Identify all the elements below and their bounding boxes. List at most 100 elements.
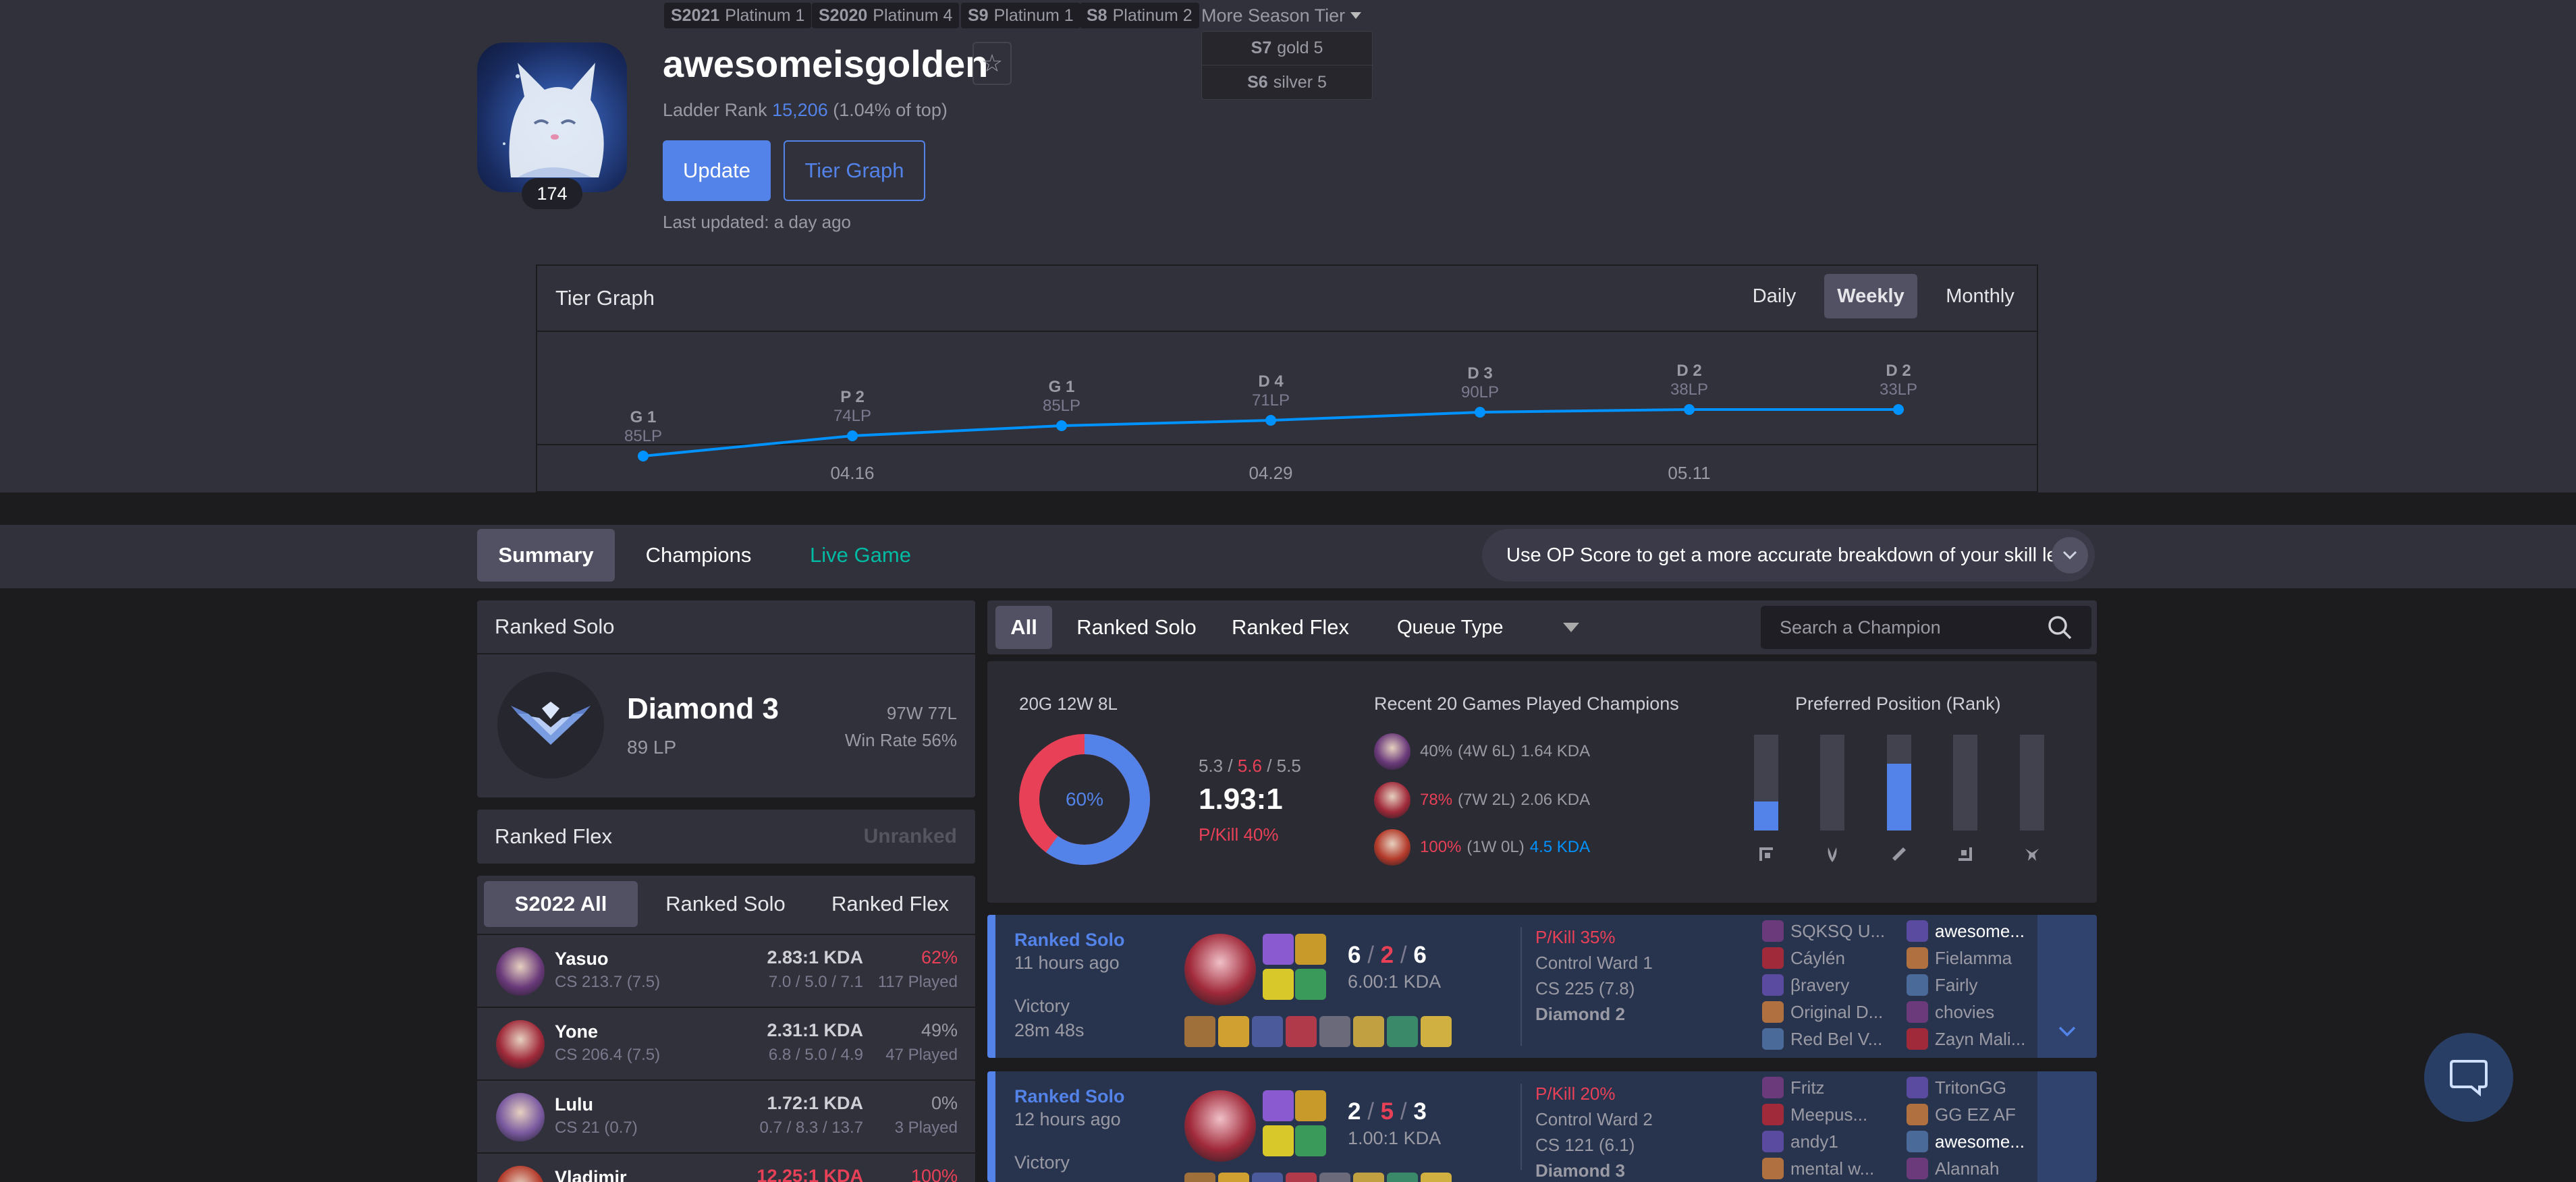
match-card[interactable]: Ranked Solo 12 hours ago Victory 2 / 5 / 3 1… xyxy=(987,1071,2097,1182)
queue-type-select[interactable]: Queue Type xyxy=(1397,606,1579,649)
match-player[interactable]: βravery xyxy=(1762,974,1897,996)
summoner-spell-icon xyxy=(1263,1090,1294,1121)
summoner-spell-icon xyxy=(1263,969,1294,1000)
match-divider xyxy=(1520,1084,1522,1170)
tier-graph-point[interactable] xyxy=(1265,415,1276,426)
filter-tab-ranked-solo[interactable]: Ranked Solo xyxy=(1069,606,1204,649)
item-icon xyxy=(1252,1016,1283,1047)
tier-graph-point[interactable] xyxy=(1893,404,1904,415)
filter-tab-all[interactable]: All xyxy=(995,606,1052,649)
tier-graph-point[interactable] xyxy=(847,430,858,441)
match-player[interactable]: SQKSQ U... xyxy=(1762,920,1897,942)
champion-row[interactable]: Yone CS 206.4 (7.5) 2.31:1 KDA 6.8 / 5.0 / … xyxy=(477,1007,975,1079)
match-player[interactable]: awesome... xyxy=(1907,1131,2041,1152)
champ-tab-ranked-flex[interactable]: Ranked Flex xyxy=(817,881,964,927)
player-name: andy1 xyxy=(1790,1131,1838,1152)
tier-graph-button[interactable]: Tier Graph xyxy=(784,140,925,201)
tier-graph-point[interactable] xyxy=(1475,407,1485,418)
match-champion-portrait[interactable] xyxy=(1184,1090,1256,1162)
period-daily-button[interactable]: Daily xyxy=(1738,274,1811,318)
chat-button[interactable] xyxy=(2424,1033,2513,1122)
player-champion-icon xyxy=(1762,974,1784,996)
chevron-down-icon[interactable] xyxy=(2052,537,2088,573)
tab-champions[interactable]: Champions xyxy=(631,529,766,582)
player-name: Meepus... xyxy=(1790,1104,1868,1125)
player-name: βravery xyxy=(1790,974,1850,995)
match-expand-button[interactable] xyxy=(2037,915,2097,1058)
match-player[interactable]: mental w... xyxy=(1762,1158,1897,1179)
season-badge-tier: Platinum 1 xyxy=(725,5,805,25)
season-dropdown-item[interactable]: S6 silver 5 xyxy=(1202,65,1372,99)
match-player[interactable]: Red Bel V... xyxy=(1762,1028,1897,1050)
match-player[interactable]: TritonGG xyxy=(1907,1077,2041,1098)
champion-row[interactable]: Lulu CS 21 (0.7) 1.72:1 KDA 0.7 / 8.3 / 13.… xyxy=(477,1079,975,1152)
tier-graph-point-lp: 74LP xyxy=(833,407,871,425)
player-name: Cáylén xyxy=(1790,947,1845,968)
recent-champion-row[interactable]: 78% (7W 2L) 2.06 KDA xyxy=(1374,781,1590,819)
champion-cs: CS 21 (0.7) xyxy=(555,1119,638,1137)
period-monthly-button[interactable]: Monthly xyxy=(1930,274,2030,318)
player-champion-icon xyxy=(1907,1104,1928,1125)
search-icon[interactable] xyxy=(2045,613,2075,642)
champ-tab-s2022-all[interactable]: S2022 All xyxy=(484,881,638,927)
match-player[interactable]: andy1 xyxy=(1762,1131,1897,1152)
match-champion-portrait[interactable] xyxy=(1184,934,1256,1005)
tier-graph-point-tier: D 2 xyxy=(1676,362,1701,380)
match-kills: 6 xyxy=(1348,942,1361,968)
player-champion-icon xyxy=(1762,1131,1784,1152)
opscore-text: Use OP Score to get a more accurate brea… xyxy=(1506,544,2088,566)
favorite-button[interactable]: ☆ xyxy=(972,42,1012,85)
tab-live-game[interactable]: Live Game xyxy=(796,529,925,582)
match-divider xyxy=(1520,927,1522,1046)
tier-graph-point-lp: 38LP xyxy=(1670,381,1708,399)
match-card[interactable]: Ranked Solo 11 hours ago Victory 28m 48s 6 /… xyxy=(987,915,2097,1058)
tier-graph-point[interactable] xyxy=(1056,420,1067,431)
tier-graph-point-tier: G 1 xyxy=(630,408,657,426)
match-player[interactable]: Fairly xyxy=(1907,974,2041,996)
recent-champion-row[interactable]: 100% (1W 0L) 4.5 KDA xyxy=(1374,828,1590,866)
filter-tab-ranked-flex[interactable]: Ranked Flex xyxy=(1223,606,1358,649)
tier-graph-point[interactable] xyxy=(638,451,649,461)
recent-champion-row[interactable]: 40% (4W 6L) 1.64 KDA xyxy=(1374,733,1590,770)
ladder-rank-value[interactable]: 15,206 xyxy=(772,100,828,120)
tier-graph-point-tier: G 1 xyxy=(1049,378,1075,396)
item-icon xyxy=(1319,1016,1350,1047)
period-weekly-button[interactable]: Weekly xyxy=(1824,274,1917,318)
match-queue: Ranked Solo xyxy=(1014,930,1125,950)
champ-tab-ranked-solo[interactable]: Ranked Solo xyxy=(652,881,799,927)
champion-row[interactable]: Vladimir 12.25:1 KDA 100% xyxy=(477,1152,975,1182)
item-icon xyxy=(1353,1016,1384,1047)
match-player[interactable]: chovies xyxy=(1907,1001,2041,1023)
season-dropdown-item[interactable]: S7 gold 5 xyxy=(1202,32,1372,65)
champion-games-played: 117 Played xyxy=(877,973,958,991)
match-player[interactable]: Cáylén xyxy=(1762,947,1897,969)
champion-search-input[interactable]: Search a Champion xyxy=(1761,606,2091,649)
match-player[interactable]: Meepus... xyxy=(1762,1104,1897,1125)
tier-graph-point-lp: 85LP xyxy=(624,427,662,445)
match-player[interactable]: awesome... xyxy=(1907,920,2041,942)
tier-graph-point[interactable] xyxy=(1684,404,1695,415)
header-divider xyxy=(0,492,2576,525)
match-player[interactable]: Original D... xyxy=(1762,1001,1897,1023)
match-player[interactable]: Fritz xyxy=(1762,1077,1897,1098)
update-button[interactable]: Update xyxy=(663,140,771,201)
match-expand-button[interactable] xyxy=(2037,1071,2097,1182)
champion-row[interactable]: Yasuo CS 213.7 (7.5) 2.83:1 KDA 7.0 / 5.0 /… xyxy=(477,934,975,1007)
match-result-stripe xyxy=(987,915,995,1058)
match-player[interactable]: Zayn Mali... xyxy=(1907,1028,2041,1050)
nav-background xyxy=(0,525,2576,588)
item-icon xyxy=(1184,1016,1215,1047)
player-champion-icon xyxy=(1907,974,1928,996)
more-season-tier-toggle[interactable]: More Season Tier xyxy=(1201,3,1362,28)
summoner-spell-icon xyxy=(1295,1090,1326,1121)
match-player[interactable]: GG EZ AF xyxy=(1907,1104,2041,1125)
tab-summary[interactable]: Summary xyxy=(477,529,615,582)
match-player[interactable]: Fielamma xyxy=(1907,947,2041,969)
season-dropdown-tier: silver 5 xyxy=(1273,72,1327,92)
item-icon xyxy=(1184,1173,1215,1182)
player-champion-icon xyxy=(1907,920,1928,942)
match-player[interactable]: Alannah xyxy=(1907,1158,2041,1179)
position-bar-fill xyxy=(1887,763,1911,831)
opscore-banner[interactable]: Use OP Score to get a more accurate brea… xyxy=(1482,529,2095,582)
season-badge-season: S8 xyxy=(1087,5,1107,25)
